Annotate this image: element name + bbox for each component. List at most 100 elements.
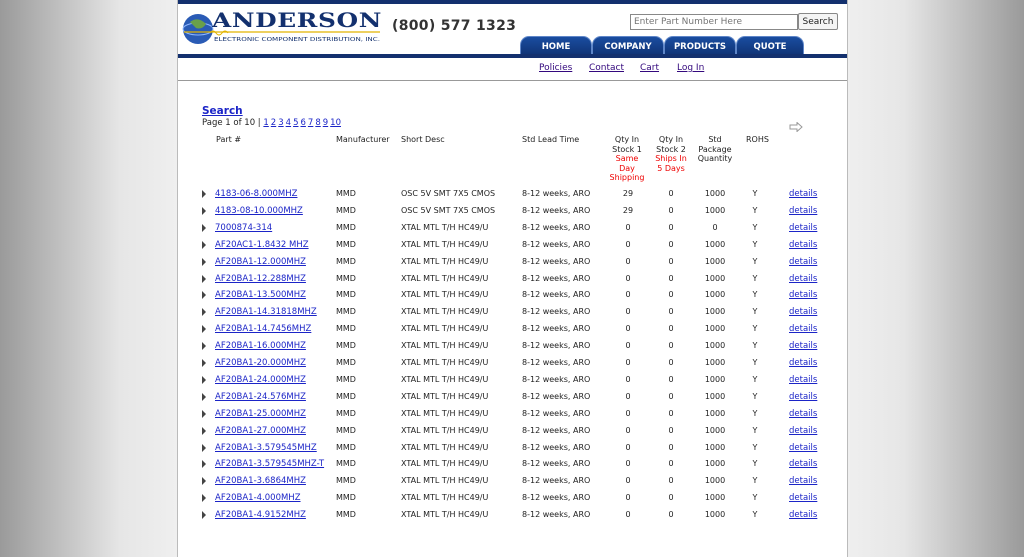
part-number-link[interactable]: AF20BA1-12.000MHZ bbox=[215, 257, 306, 267]
page-link-8[interactable]: 8 bbox=[315, 118, 320, 128]
next-page-arrow-icon[interactable] bbox=[789, 122, 803, 132]
details-link[interactable]: details bbox=[789, 459, 817, 469]
expand-arrow-icon[interactable] bbox=[202, 240, 206, 249]
part-number-link[interactable]: AF20BA1-27.000MHZ bbox=[215, 426, 306, 436]
details-link[interactable]: details bbox=[789, 324, 817, 334]
package-qty-cell: 1000 bbox=[704, 493, 726, 503]
expand-arrow-icon[interactable] bbox=[202, 342, 206, 351]
part-number-link[interactable]: AF20BA1-16.000MHZ bbox=[215, 341, 306, 351]
part-number-link[interactable]: AF20BA1-3.579545MHZ bbox=[215, 443, 317, 453]
qty-stock1-cell: 0 bbox=[625, 442, 631, 452]
expand-arrow-icon[interactable] bbox=[202, 291, 206, 300]
expand-arrow-icon[interactable] bbox=[202, 308, 206, 317]
part-number-link[interactable]: 4183-06-8.000MHZ bbox=[215, 189, 297, 199]
page-link-10[interactable]: 10 bbox=[330, 118, 341, 128]
part-number-link[interactable]: AF20BA1-24.000MHZ bbox=[215, 375, 306, 385]
link-contact[interactable]: Contact bbox=[589, 63, 624, 73]
results-title[interactable]: Search bbox=[202, 105, 243, 117]
details-link[interactable]: details bbox=[789, 274, 817, 284]
company-logo[interactable]: ANDERSON ELECTRONIC COMPONENT DISTRIBUTI… bbox=[180, 8, 385, 50]
table-row: AF20BA1-24.000MHZ MMD XTAL MTL T/H HC49/U 8… bbox=[178, 372, 847, 388]
details-link[interactable]: details bbox=[789, 409, 817, 419]
lead-time-cell: 8-12 weeks, ARO bbox=[522, 341, 591, 351]
details-link[interactable]: details bbox=[789, 375, 817, 385]
expand-arrow-icon[interactable] bbox=[202, 511, 206, 520]
details-link[interactable]: details bbox=[789, 358, 817, 368]
expand-arrow-icon[interactable] bbox=[202, 190, 206, 198]
page-link-7[interactable]: 7 bbox=[308, 118, 313, 128]
page-link-5[interactable]: 5 bbox=[293, 118, 298, 128]
rohs-cell: Y bbox=[752, 459, 758, 469]
page-link-9[interactable]: 9 bbox=[323, 118, 328, 128]
short-desc-cell: XTAL MTL T/H HC49/U bbox=[401, 459, 489, 469]
expand-arrow-icon[interactable] bbox=[202, 274, 206, 283]
short-desc-cell: OSC 5V SMT 7X5 CMOS bbox=[401, 189, 496, 198]
expand-arrow-icon[interactable] bbox=[202, 426, 206, 435]
part-number-link[interactable]: AF20BA1-3.6864MHZ bbox=[215, 476, 306, 486]
details-link[interactable]: details bbox=[789, 240, 817, 250]
details-link[interactable]: details bbox=[789, 443, 817, 453]
logo-tagline: ELECTRONIC COMPONENT DISTRIBUTION, INC. bbox=[214, 37, 380, 43]
details-link[interactable]: details bbox=[789, 307, 817, 317]
qty-stock2-cell: 0 bbox=[668, 358, 674, 367]
expand-arrow-icon[interactable] bbox=[202, 223, 206, 232]
page-link-2[interactable]: 2 bbox=[271, 118, 276, 128]
part-number-link[interactable]: AF20BA1-3.579545MHZ-T bbox=[215, 459, 324, 469]
expand-arrow-icon[interactable] bbox=[202, 477, 206, 486]
expand-arrow-icon[interactable] bbox=[202, 409, 206, 418]
link-login[interactable]: Log In bbox=[677, 63, 704, 73]
package-qty-cell: 1000 bbox=[704, 425, 726, 435]
details-link[interactable]: details bbox=[789, 189, 817, 199]
package-qty-cell: 1000 bbox=[704, 510, 726, 520]
expand-arrow-icon[interactable] bbox=[202, 325, 206, 334]
part-number-link[interactable]: AF20BA1-4.9152MHZ bbox=[215, 510, 306, 520]
expand-arrow-icon[interactable] bbox=[202, 257, 206, 266]
details-link[interactable]: details bbox=[789, 223, 817, 233]
part-number-link[interactable]: 7000874-314 bbox=[215, 223, 272, 233]
table-row: AF20BA1-20.000MHZ MMD XTAL MTL T/H HC49/U 8… bbox=[178, 355, 847, 371]
page-link-4[interactable]: 4 bbox=[286, 118, 291, 128]
details-link[interactable]: details bbox=[789, 510, 817, 520]
expand-arrow-icon[interactable] bbox=[202, 359, 206, 367]
expand-arrow-icon[interactable] bbox=[202, 375, 206, 384]
expand-arrow-icon[interactable] bbox=[202, 206, 206, 215]
part-search-input[interactable] bbox=[630, 14, 798, 30]
manufacturer-cell: MMD bbox=[336, 222, 356, 232]
link-cart[interactable]: Cart bbox=[640, 63, 659, 73]
package-qty-cell: 0 bbox=[712, 222, 718, 232]
part-number-link[interactable]: AF20BA1-20.000MHZ bbox=[215, 358, 306, 368]
col-qty1-line1: Qty In bbox=[614, 135, 640, 144]
details-link[interactable]: details bbox=[789, 257, 817, 267]
qty-stock1-cell: 0 bbox=[625, 493, 631, 503]
page-link-3[interactable]: 3 bbox=[278, 118, 283, 128]
details-link[interactable]: details bbox=[789, 476, 817, 486]
part-number-link[interactable]: AF20BA1-25.000MHZ bbox=[215, 409, 306, 419]
part-number-link[interactable]: AF20BA1-4.000MHZ bbox=[215, 493, 301, 503]
qty-stock2-cell: 0 bbox=[668, 442, 674, 452]
logo-graphic: ANDERSON ELECTRONIC COMPONENT DISTRIBUTI… bbox=[182, 8, 382, 44]
details-link[interactable]: details bbox=[789, 341, 817, 351]
details-link[interactable]: details bbox=[789, 392, 817, 402]
part-number-link[interactable]: AF20BA1-13.500MHZ bbox=[215, 290, 306, 300]
link-policies[interactable]: Policies bbox=[539, 63, 572, 73]
part-number-link[interactable]: AF20AC1-1.8432 MHZ bbox=[215, 240, 309, 250]
manufacturer-cell: MMD bbox=[336, 510, 356, 520]
expand-arrow-icon[interactable] bbox=[202, 443, 206, 452]
part-number-link[interactable]: AF20BA1-14.31818MHZ bbox=[215, 307, 317, 317]
part-number-link[interactable]: AF20BA1-14.7456MHZ bbox=[215, 324, 311, 334]
page-link-6[interactable]: 6 bbox=[300, 118, 305, 128]
expand-arrow-icon[interactable] bbox=[202, 494, 206, 503]
page-link-1[interactable]: 1 bbox=[263, 118, 268, 128]
search-button[interactable]: Search bbox=[798, 13, 838, 30]
qty-stock2-cell: 0 bbox=[668, 307, 674, 317]
expand-arrow-icon[interactable] bbox=[202, 392, 206, 401]
details-link[interactable]: details bbox=[789, 206, 817, 216]
part-number-link[interactable]: 4183-08-10.000MHZ bbox=[215, 206, 303, 216]
part-number-link[interactable]: AF20BA1-12.288MHZ bbox=[215, 274, 306, 284]
details-link[interactable]: details bbox=[789, 426, 817, 436]
expand-arrow-icon[interactable] bbox=[202, 460, 206, 469]
part-number-link[interactable]: AF20BA1-24.576MHZ bbox=[215, 392, 306, 402]
details-link[interactable]: details bbox=[789, 290, 817, 300]
details-link[interactable]: details bbox=[789, 493, 817, 503]
short-desc-cell: XTAL MTL T/H HC49/U bbox=[401, 476, 489, 486]
